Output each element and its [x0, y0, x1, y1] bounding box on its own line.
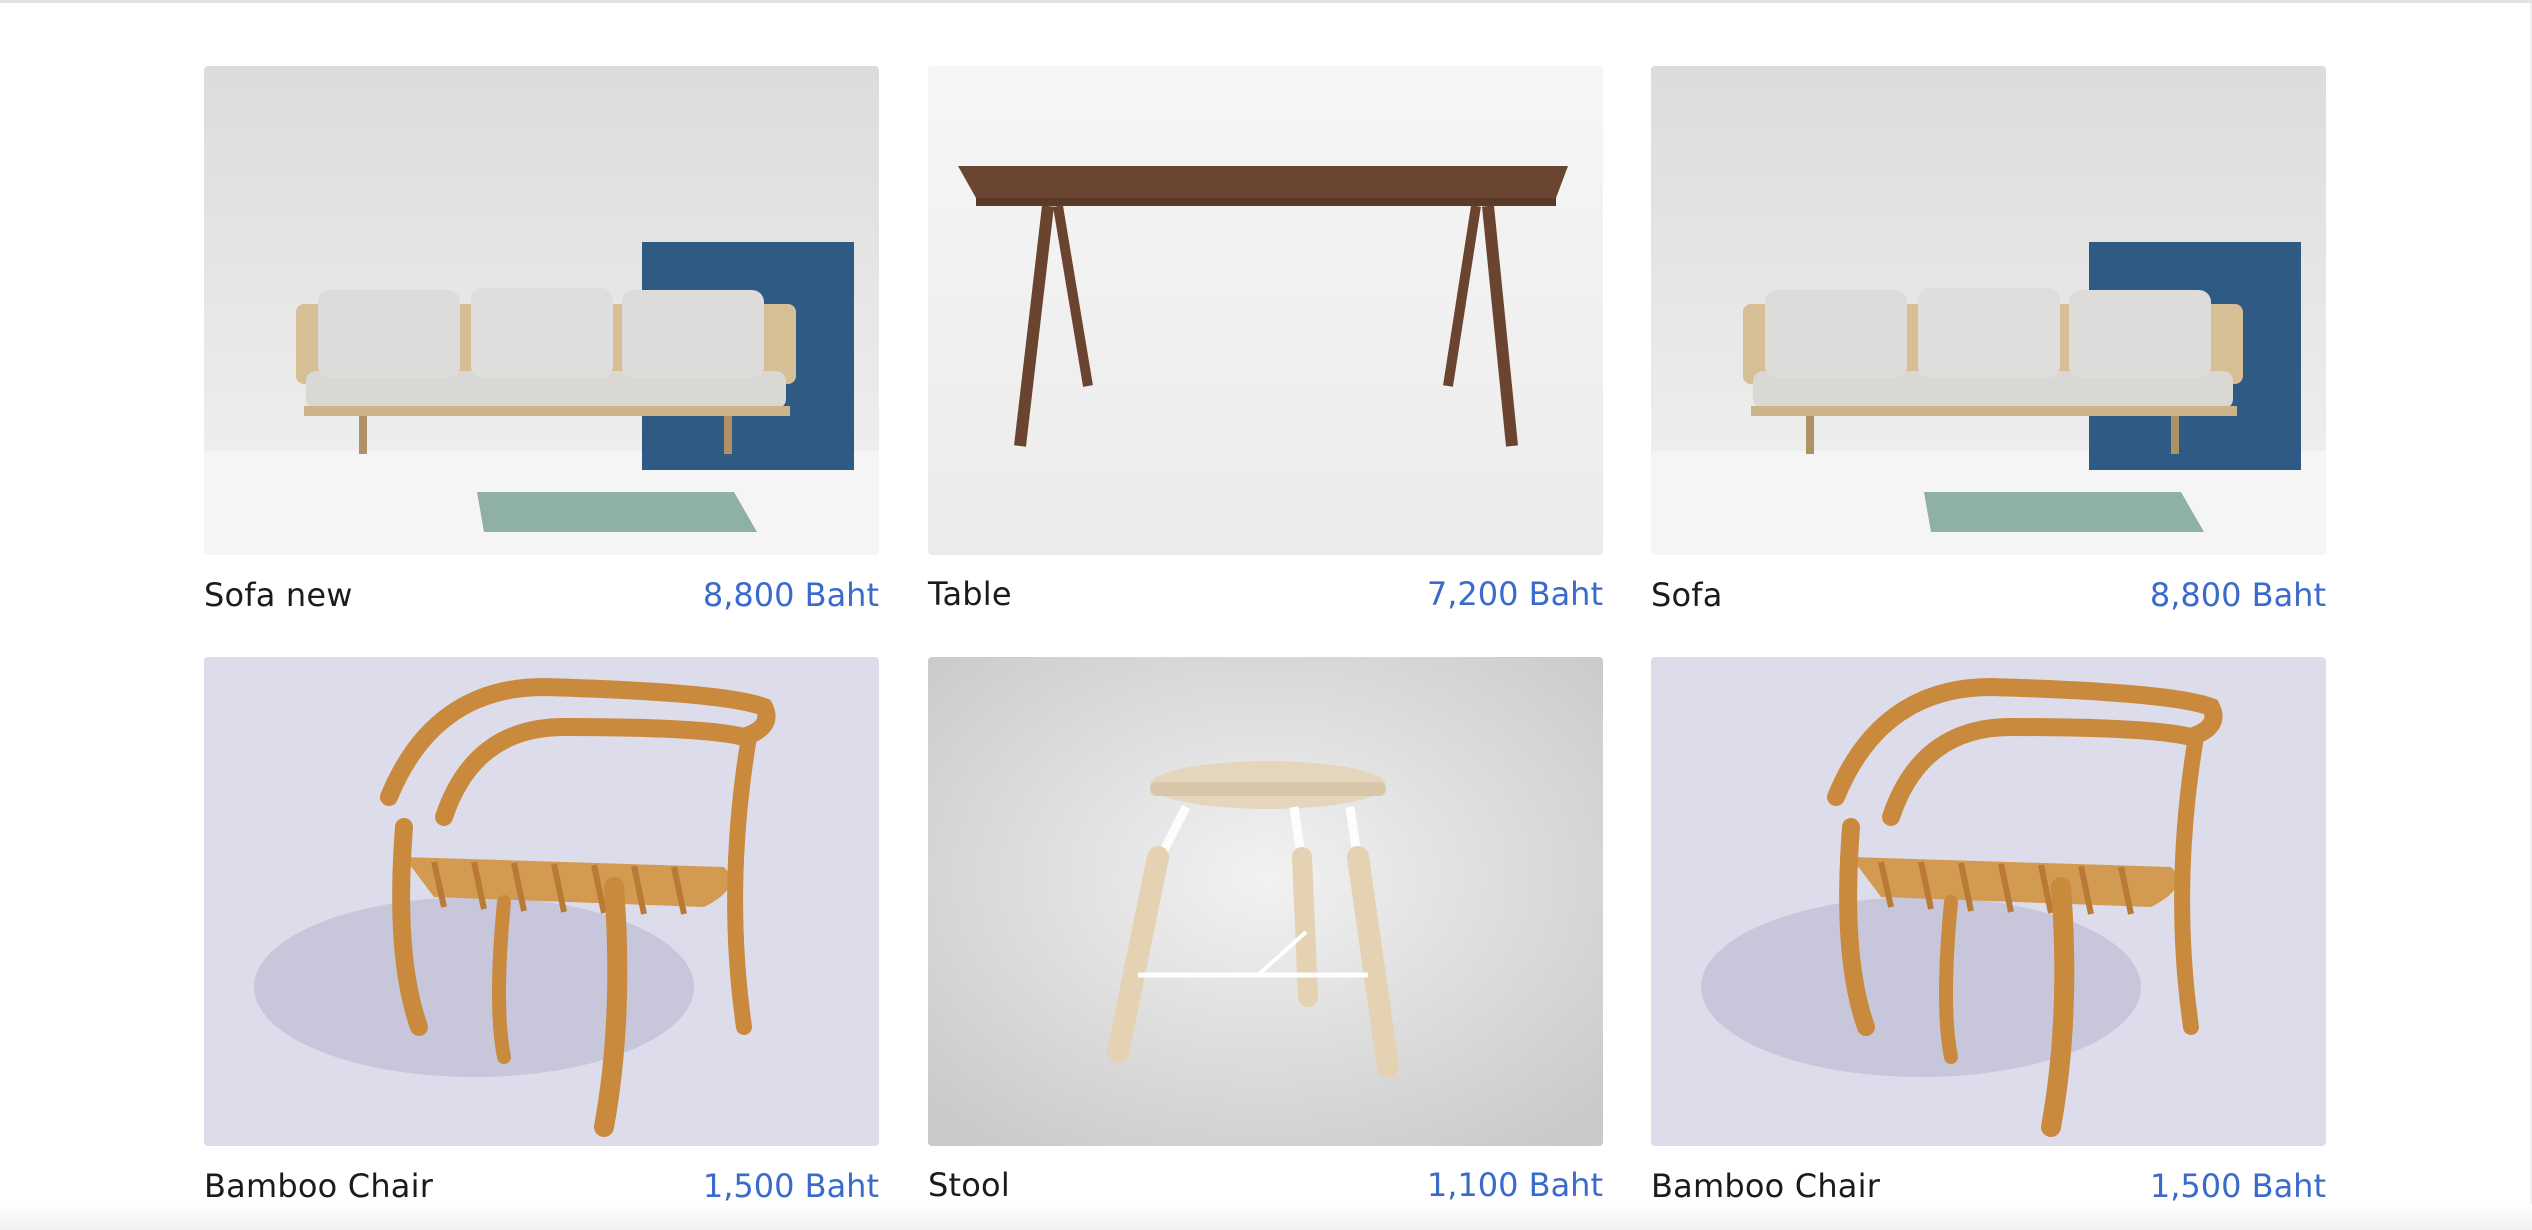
- product-name[interactable]: Sofa new: [204, 576, 353, 614]
- product-name[interactable]: Sofa: [1651, 576, 1723, 614]
- product-name[interactable]: Table: [928, 575, 1012, 613]
- table-photo[interactable]: [928, 66, 1603, 555]
- product-name[interactable]: Bamboo Chair: [204, 1167, 433, 1205]
- product-card[interactable]: Bamboo Chair 1,500 Baht: [204, 657, 879, 1205]
- product-card[interactable]: Sofa 8,800 Baht: [1651, 66, 2326, 614]
- stool-photo[interactable]: [928, 657, 1603, 1146]
- product-price: 1,500 Baht: [702, 1167, 879, 1205]
- product-card[interactable]: Table 7,200 Baht: [928, 66, 1603, 613]
- product-name[interactable]: Bamboo Chair: [1651, 1167, 1880, 1205]
- product-price: 1,100 Baht: [1426, 1166, 1603, 1204]
- product-name[interactable]: Stool: [928, 1166, 1010, 1204]
- sofa-photo[interactable]: [1651, 66, 2326, 555]
- bamboo-chair-photo[interactable]: [1651, 657, 2326, 1146]
- bottom-fade: [0, 1204, 2532, 1230]
- product-price: 8,800 Baht: [702, 576, 879, 614]
- product-price: 1,500 Baht: [2149, 1167, 2326, 1205]
- sofa-photo[interactable]: [204, 66, 879, 555]
- product-card[interactable]: Stool 1,100 Baht: [928, 657, 1603, 1204]
- product-price: 7,200 Baht: [1426, 575, 1603, 613]
- product-price: 8,800 Baht: [2149, 576, 2326, 614]
- product-card[interactable]: Sofa new 8,800 Baht: [204, 66, 879, 614]
- bamboo-chair-photo[interactable]: [204, 657, 879, 1146]
- product-card[interactable]: Bamboo Chair 1,500 Baht: [1651, 657, 2326, 1205]
- top-divider: [0, 0, 2532, 3]
